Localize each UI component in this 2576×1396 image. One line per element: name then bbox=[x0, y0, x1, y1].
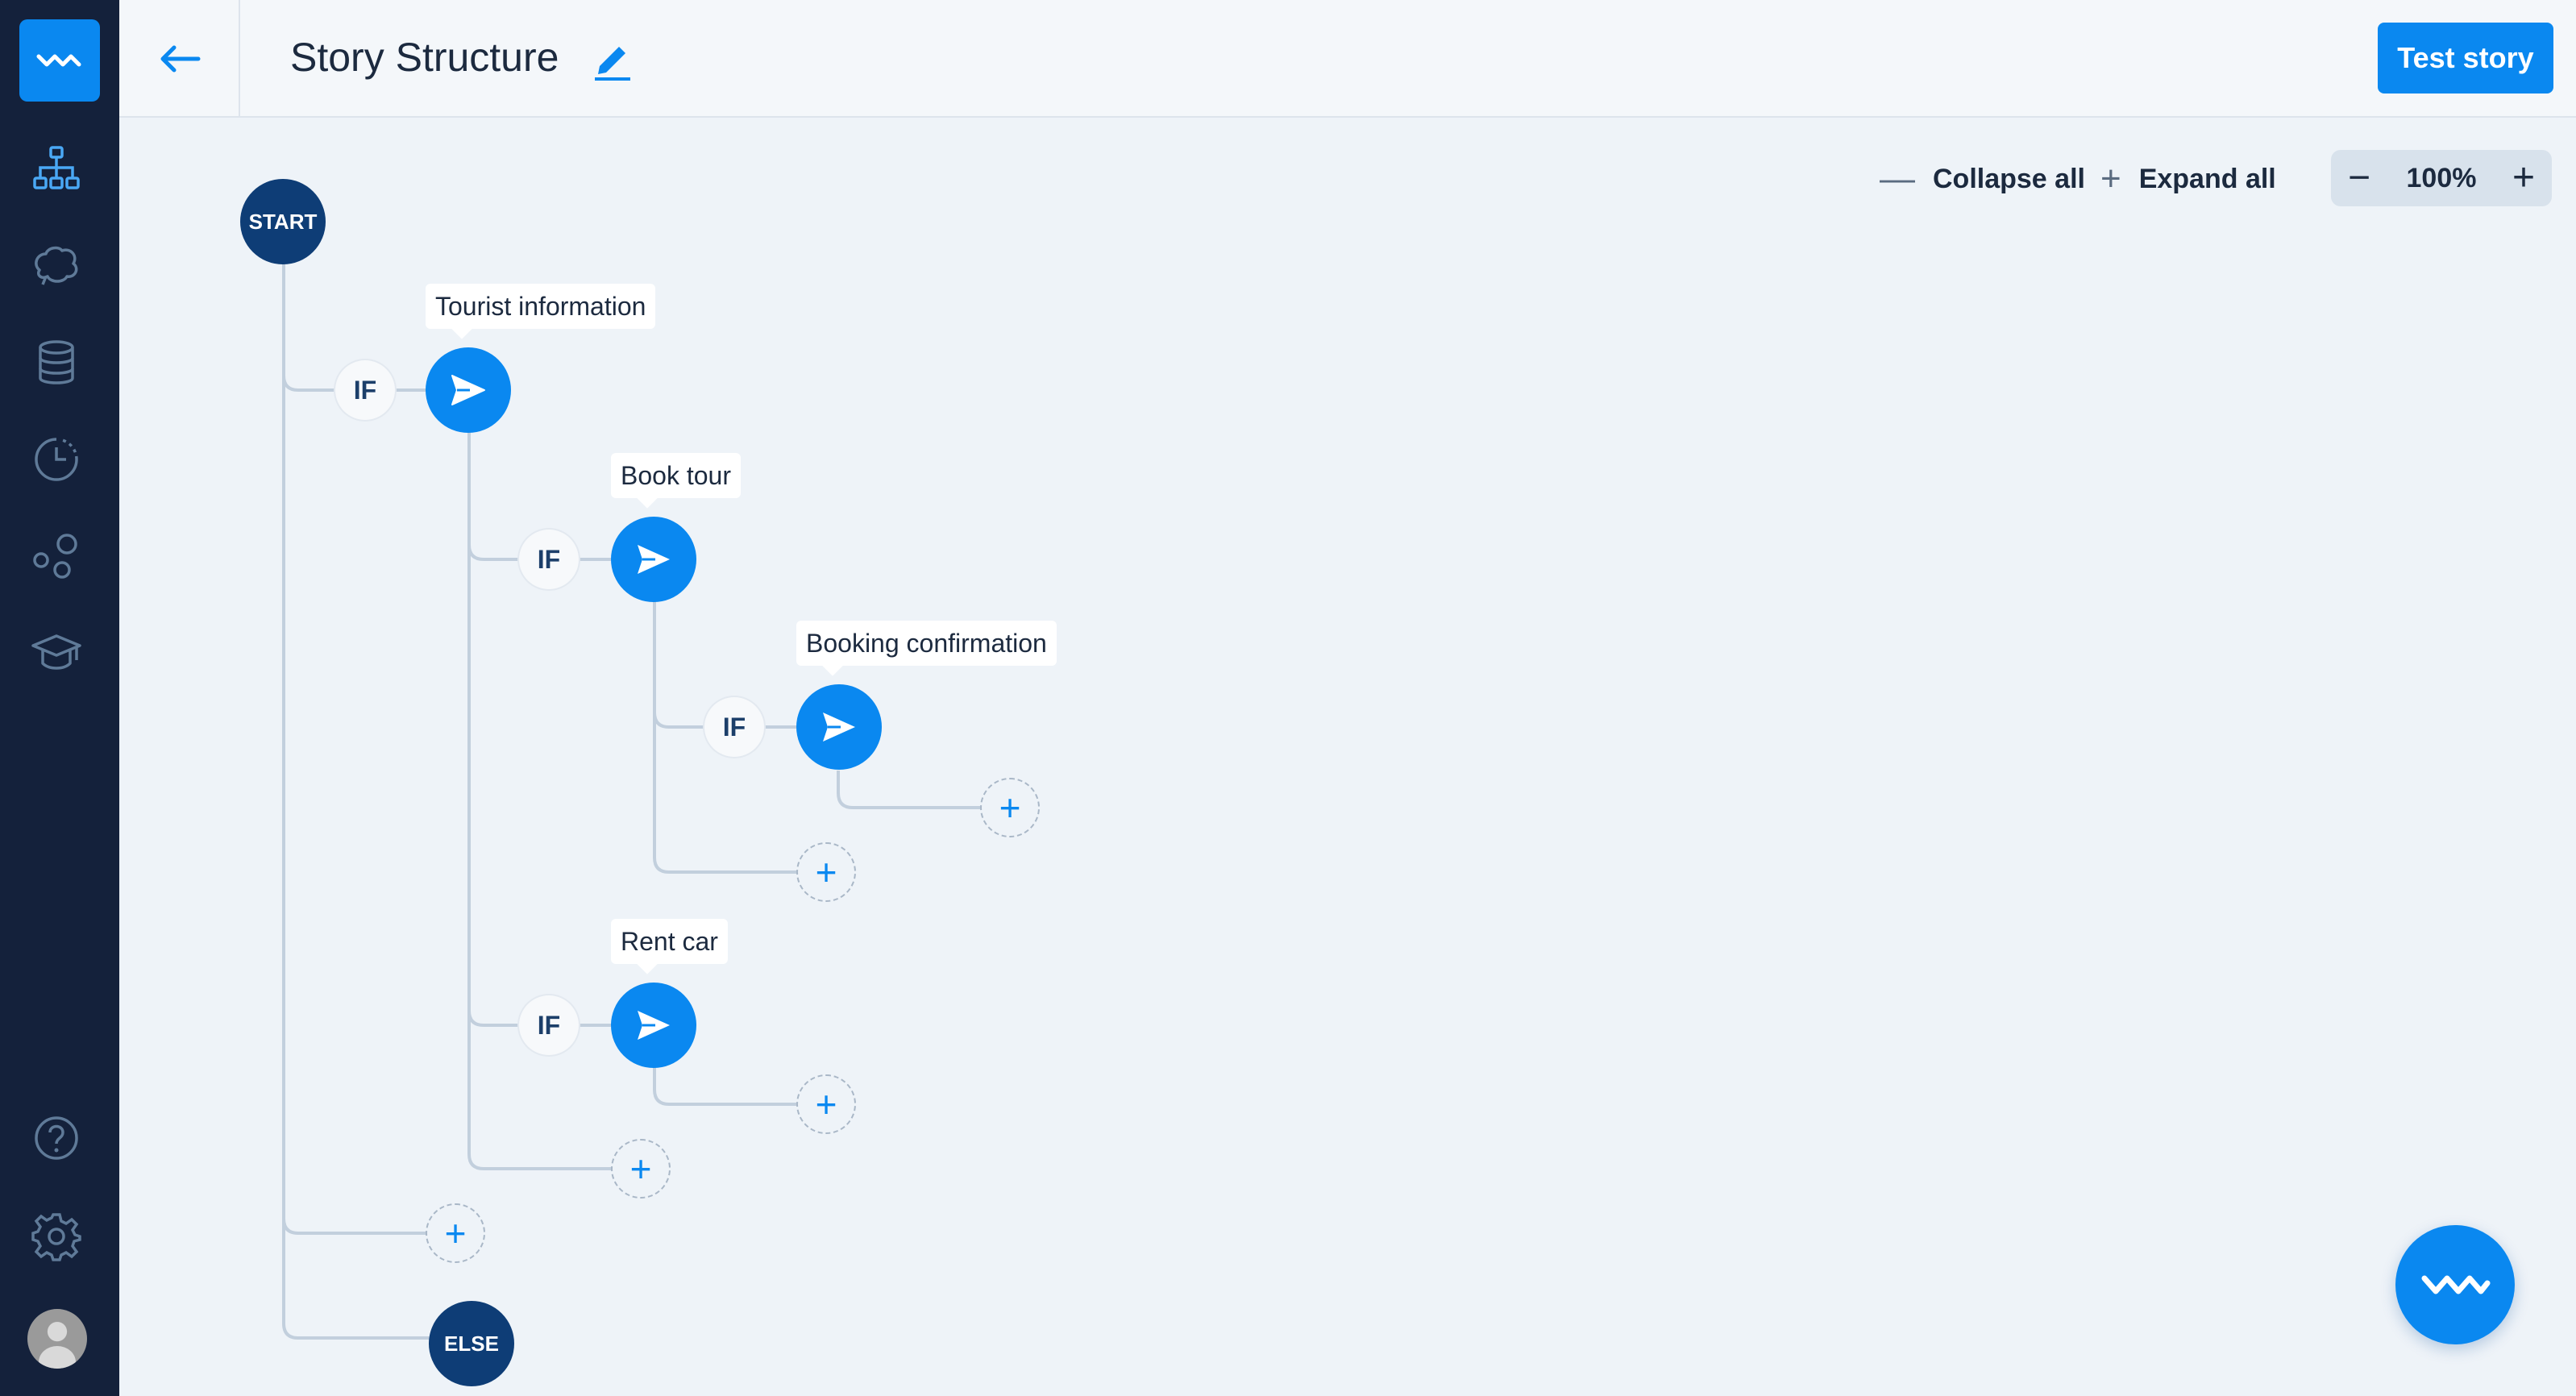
interaction-node[interactable] bbox=[426, 347, 511, 433]
add-interaction-button[interactable]: + bbox=[796, 842, 856, 902]
add-interaction-button[interactable]: + bbox=[980, 778, 1040, 837]
tree-connectors bbox=[282, 263, 980, 1340]
if-condition[interactable]: IF bbox=[519, 995, 579, 1055]
interaction-label: Rent car bbox=[611, 919, 728, 964]
chat-widget-button[interactable] bbox=[2395, 1225, 2515, 1344]
add-interaction-button[interactable]: + bbox=[426, 1203, 485, 1263]
interaction-node[interactable] bbox=[611, 517, 696, 602]
wave-logo-icon bbox=[2421, 1275, 2491, 1294]
send-icon bbox=[823, 713, 855, 742]
if-condition[interactable]: IF bbox=[335, 360, 395, 420]
add-interaction-button[interactable]: + bbox=[796, 1074, 856, 1134]
send-icon bbox=[638, 545, 670, 574]
add-interaction-button[interactable]: + bbox=[611, 1139, 671, 1199]
if-condition[interactable]: IF bbox=[519, 530, 579, 589]
start-node[interactable]: START bbox=[240, 179, 326, 264]
interaction-label: Book tour bbox=[611, 453, 741, 498]
if-condition[interactable]: IF bbox=[704, 697, 764, 757]
interaction-label: Booking confirmation bbox=[796, 621, 1057, 666]
interaction-node[interactable] bbox=[796, 684, 882, 770]
send-icon bbox=[638, 1011, 670, 1040]
interaction-node[interactable] bbox=[611, 983, 696, 1068]
else-node[interactable]: ELSE bbox=[429, 1301, 514, 1386]
send-icon bbox=[451, 375, 485, 405]
interaction-label: Tourist information bbox=[426, 284, 656, 329]
